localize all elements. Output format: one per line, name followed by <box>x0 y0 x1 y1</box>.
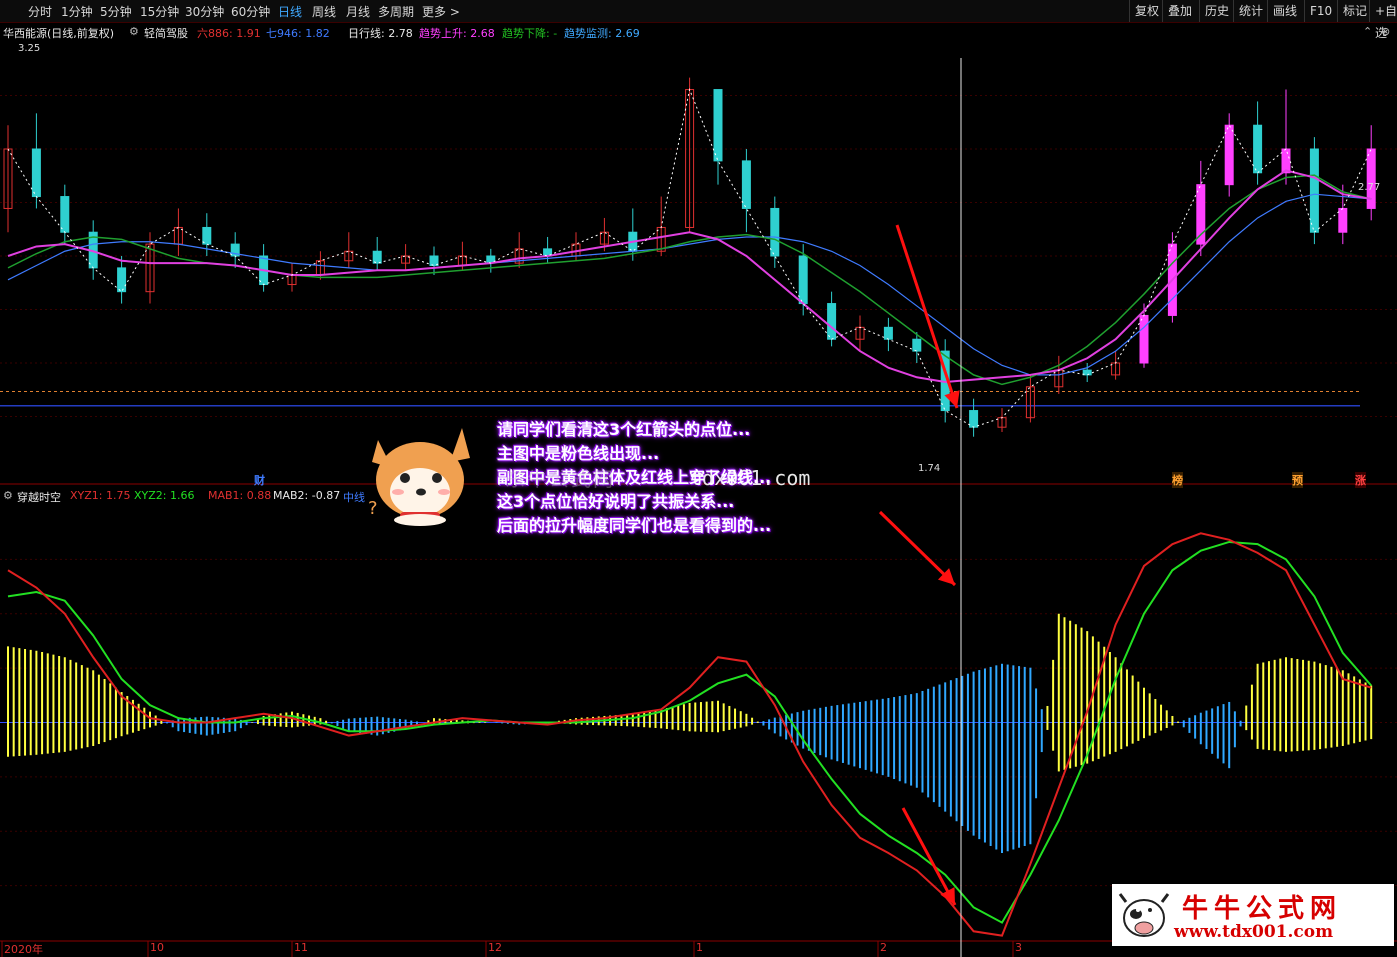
candle-body <box>1281 148 1291 174</box>
candle-body <box>1139 314 1149 364</box>
last-price-label: 2.77 <box>1358 182 1380 193</box>
candle-body <box>770 207 780 257</box>
candle-body <box>1309 148 1319 233</box>
finance-marker[interactable]: 财 <box>254 472 265 488</box>
svg-text:?: ? <box>368 498 378 519</box>
watermark-title: 牛牛公式网 <box>1182 894 1343 924</box>
x-axis-label: 2020年 <box>4 943 43 956</box>
limit-up-marker[interactable]: 涨 <box>1355 472 1366 488</box>
candle-body <box>713 89 723 162</box>
high-price-label: 3.25 <box>18 43 40 54</box>
x-axis-label: 2 <box>880 941 887 954</box>
candle-body <box>372 250 382 264</box>
red-arrow-sub-top <box>878 510 957 587</box>
faint-url: tdx001.com <box>690 466 811 490</box>
low-price-label: 1.74 <box>918 463 940 474</box>
annotation-line: 这3个点位恰好说明了共振关系... <box>497 492 735 511</box>
candle-body <box>1338 207 1348 233</box>
red-arrow-main <box>895 224 960 409</box>
x-axis-label: 1 <box>696 941 703 954</box>
candle-body <box>117 267 127 293</box>
candle-body <box>741 160 751 209</box>
candle-body <box>1224 124 1234 186</box>
site-watermark: 牛牛公式网 www.tdx001.com <box>1112 884 1394 946</box>
candle-body <box>969 410 979 428</box>
forecast-marker[interactable]: 预 <box>1292 472 1303 488</box>
annotation-line: 请同学们看清这3个红箭头的点位... <box>497 420 751 439</box>
candle-body <box>798 255 808 305</box>
faint-watermark: 东牛公式网 <box>505 467 615 491</box>
candle-body <box>60 196 70 233</box>
candle-body <box>31 148 41 198</box>
candle-body <box>202 226 212 245</box>
x-axis-label: 12 <box>488 941 502 954</box>
x-axis-label: 3 <box>1015 941 1022 954</box>
candle-body <box>912 338 922 352</box>
annotation-line: 后面的拉升幅度同学们也是看得到的... <box>497 516 772 535</box>
red-arrow-sub-bottom <box>901 807 957 906</box>
candle-body <box>883 326 893 340</box>
candle-body <box>1366 148 1376 209</box>
cow-logo-icon <box>1118 893 1170 937</box>
candle-body <box>1253 124 1263 174</box>
x-axis-label: 10 <box>150 941 164 954</box>
candle-body <box>827 303 837 340</box>
x-axis-label: 11 <box>294 941 308 954</box>
watermark-url: www.tdx001.com <box>1174 922 1334 942</box>
dog-mascot-icon: ? <box>368 428 470 526</box>
ranking-marker[interactable]: 榜 <box>1172 472 1183 488</box>
